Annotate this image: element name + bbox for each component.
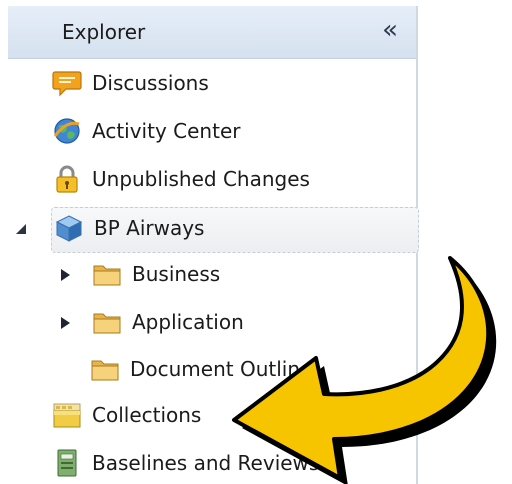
- tree-item-label: BP Airways: [94, 216, 205, 240]
- lock-icon: [52, 164, 82, 194]
- tree-item-label: Collections: [92, 403, 202, 427]
- expand-arrow-icon[interactable]: [58, 316, 72, 330]
- speech-bubble-icon: [52, 68, 82, 98]
- book-icon: [52, 448, 82, 478]
- collection-box-icon: [52, 400, 82, 430]
- folder-icon: [92, 259, 122, 289]
- cube-icon: [54, 213, 84, 243]
- explorer-header: Explorer «: [8, 6, 416, 59]
- folder-icon: [90, 354, 120, 384]
- tree-item-discussions[interactable]: Discussions: [52, 63, 209, 103]
- tree-item-label: Activity Center: [92, 119, 241, 143]
- tree-item-collections[interactable]: Collections: [52, 395, 201, 435]
- tree-item-label: Document Outline: [130, 357, 313, 381]
- tree-item-activity-center[interactable]: Activity Center: [52, 111, 240, 151]
- tree-item-bp-airways[interactable]: BP Airways: [54, 208, 204, 248]
- globe-icon: [52, 116, 82, 146]
- tree-item-business[interactable]: Business: [92, 254, 220, 294]
- tree-item-application[interactable]: Application: [92, 302, 244, 342]
- expand-arrow-icon[interactable]: [58, 268, 72, 282]
- collapse-panel-button[interactable]: «: [382, 16, 398, 44]
- collapse-arrow-icon[interactable]: [14, 222, 28, 236]
- screenshot-frame: Explorer « Discussions Activity Center U…: [0, 0, 512, 484]
- tree-item-label: Business: [132, 262, 221, 286]
- tree-item-document-outline[interactable]: Document Outline: [90, 349, 312, 389]
- explorer-panel: Explorer « Discussions Activity Center U…: [8, 6, 419, 484]
- tree-item-label: Baselines and Reviews: [92, 451, 320, 475]
- tree-item-label: Discussions: [92, 71, 209, 95]
- folder-icon: [92, 307, 122, 337]
- tree-item-label: Application: [132, 310, 244, 334]
- panel-title: Explorer: [62, 20, 146, 44]
- tree-item-unpublished-changes[interactable]: Unpublished Changes: [52, 159, 310, 199]
- tree-item-label: Unpublished Changes: [92, 167, 310, 191]
- tree-item-baselines-and-reviews[interactable]: Baselines and Reviews: [52, 443, 319, 483]
